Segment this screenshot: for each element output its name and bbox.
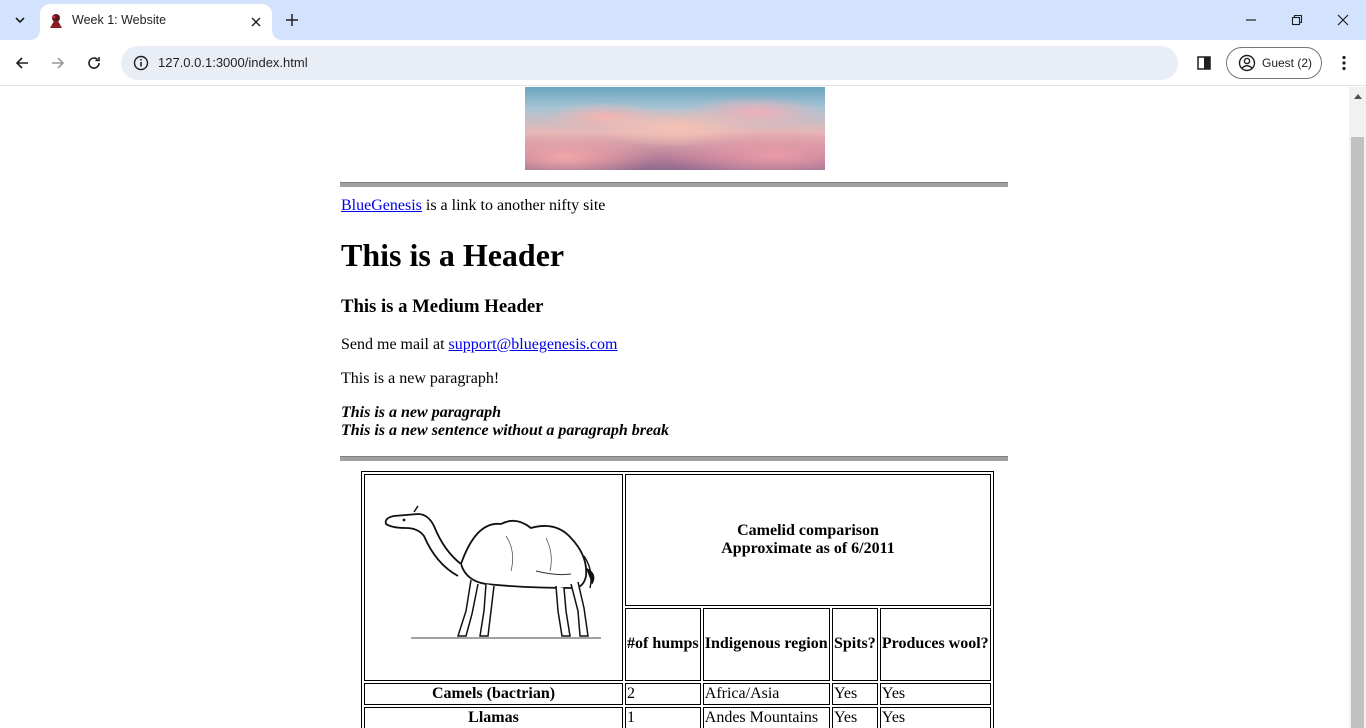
- link-description: is a link to another nifty site: [421, 197, 606, 214]
- minimize-button[interactable]: [1228, 0, 1274, 40]
- table-cell: Yes: [879, 707, 991, 728]
- page-viewport: BlueGenesis is a link to another nifty s…: [0, 87, 1349, 728]
- italic-line-1: This is a new paragraph: [341, 404, 502, 421]
- column-header: Indigenous region: [702, 607, 830, 681]
- table-cell: Africa/Asia: [702, 683, 830, 705]
- address-bar[interactable]: 127.0.0.1:3000/index.html: [121, 46, 1178, 80]
- column-header: Spits?: [831, 607, 878, 681]
- restore-button[interactable]: [1274, 0, 1320, 40]
- row-name: Camels (bactrian): [364, 683, 623, 705]
- table-row: Llamas 1 Andes Mountains Yes Yes: [364, 707, 991, 728]
- arrow-right-icon: [52, 57, 65, 69]
- caption-line-1: Camelid comparison: [737, 521, 879, 539]
- table-cell: Andes Mountains: [702, 707, 830, 728]
- browser-toolbar: 127.0.0.1:3000/index.html Guest (2): [0, 40, 1366, 86]
- table-cell: 1: [625, 707, 701, 728]
- new-tab-button[interactable]: [280, 8, 304, 32]
- horizontal-rule: [340, 456, 1008, 461]
- camel-illustration: [384, 505, 601, 639]
- scroll-up-button[interactable]: [1349, 87, 1366, 104]
- arrow-left-icon: [15, 57, 28, 69]
- chevron-down-icon: [15, 17, 25, 24]
- table-cell: Yes: [831, 707, 878, 728]
- reload-icon: [88, 57, 100, 69]
- column-header: Produces wool?: [879, 607, 991, 681]
- minimize-icon: [1246, 19, 1256, 21]
- info-icon: [133, 55, 149, 71]
- account-icon: [1238, 54, 1256, 72]
- triangle-up-icon: [1353, 93, 1362, 99]
- camelid-table: Camelid comparison Approximate as of 6/2…: [361, 471, 994, 728]
- profile-label: Guest (2): [1262, 56, 1313, 70]
- medium-header: This is a Medium Header: [341, 296, 544, 317]
- favicon-icon: [50, 14, 62, 28]
- close-icon: [1337, 14, 1349, 26]
- italic-paragraph: This is a new paragraph This is a new se…: [341, 404, 669, 440]
- paragraph: This is a new paragraph!: [341, 370, 500, 387]
- camel-image-cell: [364, 474, 623, 681]
- bluegenesis-link[interactable]: BlueGenesis: [341, 197, 422, 214]
- forward-button[interactable]: [44, 49, 72, 77]
- profile-button[interactable]: Guest (2): [1226, 47, 1322, 79]
- row-name: Llamas: [364, 707, 623, 728]
- back-button[interactable]: [8, 49, 36, 77]
- caption-line-2: Approximate as of 6/2011: [721, 539, 895, 557]
- vertical-scrollbar[interactable]: [1349, 87, 1366, 728]
- browser-tab[interactable]: Week 1: Website: [30, 4, 282, 40]
- browser-menu-button[interactable]: [1330, 49, 1358, 77]
- scrollbar-thumb[interactable]: [1351, 137, 1364, 728]
- title-bar: Week 1: Website: [0, 0, 1366, 40]
- tab-title: Week 1: Website: [72, 13, 167, 27]
- table-cell: 2: [625, 683, 701, 705]
- side-panel-button[interactable]: [1190, 49, 1218, 77]
- column-header: #of humps: [625, 607, 701, 681]
- horizontal-rule: [340, 182, 1008, 187]
- mail-prefix: Send me mail at: [341, 336, 449, 353]
- link-line: BlueGenesis is a link to another nifty s…: [341, 197, 605, 215]
- banner-image: [525, 87, 825, 170]
- site-info-button[interactable]: [129, 51, 153, 75]
- tab-close-button[interactable]: [246, 12, 266, 32]
- reload-button[interactable]: [80, 49, 108, 77]
- table-row: Camels (bactrian) 2 Africa/Asia Yes Yes: [364, 683, 991, 705]
- more-vertical-icon: [1342, 55, 1346, 71]
- close-window-button[interactable]: [1320, 0, 1366, 40]
- table-caption: Camelid comparison Approximate as of 6/2…: [625, 474, 991, 606]
- page-header: This is a Header: [341, 237, 565, 273]
- mail-line: Send me mail at support@bluegenesis.com: [341, 336, 617, 354]
- tab-search-button[interactable]: [8, 8, 32, 32]
- table-cell: Yes: [879, 683, 991, 705]
- plus-icon: [286, 14, 298, 26]
- italic-line-2: This is a new sentence without a paragra…: [341, 422, 670, 439]
- email-link[interactable]: support@bluegenesis.com: [449, 336, 618, 353]
- side-panel-icon: [1197, 56, 1211, 70]
- table-cell: Yes: [831, 683, 878, 705]
- close-icon: [251, 17, 261, 27]
- restore-icon: [1291, 14, 1303, 26]
- url-text[interactable]: 127.0.0.1:3000/index.html: [158, 55, 308, 70]
